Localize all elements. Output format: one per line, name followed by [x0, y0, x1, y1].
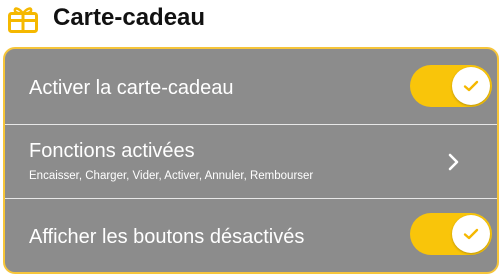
gift-card-settings-panel: Activer la carte-cadeau Fonctions activé… [3, 47, 499, 274]
check-icon [463, 80, 479, 92]
page-header: Carte-cadeau [0, 0, 501, 46]
enable-gift-card-toggle[interactable] [410, 65, 492, 107]
check-icon [463, 228, 479, 240]
show-disabled-buttons-row[interactable]: Afficher les boutons désactivés [5, 199, 497, 272]
toggle-knob [452, 67, 490, 105]
enable-gift-card-row[interactable]: Activer la carte-cadeau [5, 49, 497, 124]
show-disabled-buttons-label: Afficher les boutons désactivés [29, 226, 305, 248]
enable-gift-card-label: Activer la carte-cadeau [29, 77, 234, 99]
toggle-knob [452, 215, 490, 253]
gift-icon [8, 5, 38, 33]
show-disabled-buttons-toggle[interactable] [410, 213, 492, 255]
page-title: Carte-cadeau [53, 4, 206, 31]
enabled-functions-summary: Encaisser, Charger, Vider, Activer, Annu… [29, 170, 314, 182]
enabled-functions-row[interactable]: Fonctions activées Encaisser, Charger, V… [5, 125, 497, 198]
enabled-functions-label: Fonctions activées [29, 140, 195, 162]
chevron-right-icon [442, 151, 464, 173]
